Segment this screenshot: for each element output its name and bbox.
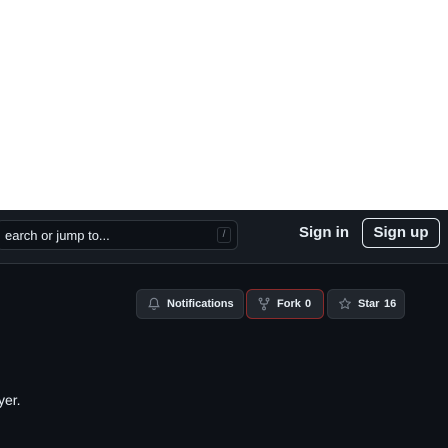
bell-icon [147,297,161,311]
star-button[interactable]: Star 16 [327,289,405,319]
search-input[interactable]: earch or jump to... / [0,220,238,250]
star-count: 16 [384,298,397,310]
sign-in-link[interactable]: Sign in [299,224,349,241]
notifications-label: Notifications [167,298,234,310]
notifications-button[interactable]: Notifications [136,289,244,319]
fork-label: Fork [277,298,301,310]
sign-up-button[interactable]: Sign up [362,218,440,248]
repo-actions: Notifications Fork 0 Star 16 [0,289,448,319]
fork-button[interactable]: Fork 0 [246,289,324,319]
star-label: Star [358,298,380,310]
site-header: earch or jump to... / Sign in Sign up [0,210,448,264]
star-icon [338,297,352,311]
body-text-fragment: yer. [0,392,21,408]
search-placeholder: earch or jump to... [5,228,110,243]
fork-icon [257,297,271,311]
fork-count: 0 [305,298,312,310]
page-top-area [0,0,448,210]
slash-shortcut-key: / [217,227,231,243]
